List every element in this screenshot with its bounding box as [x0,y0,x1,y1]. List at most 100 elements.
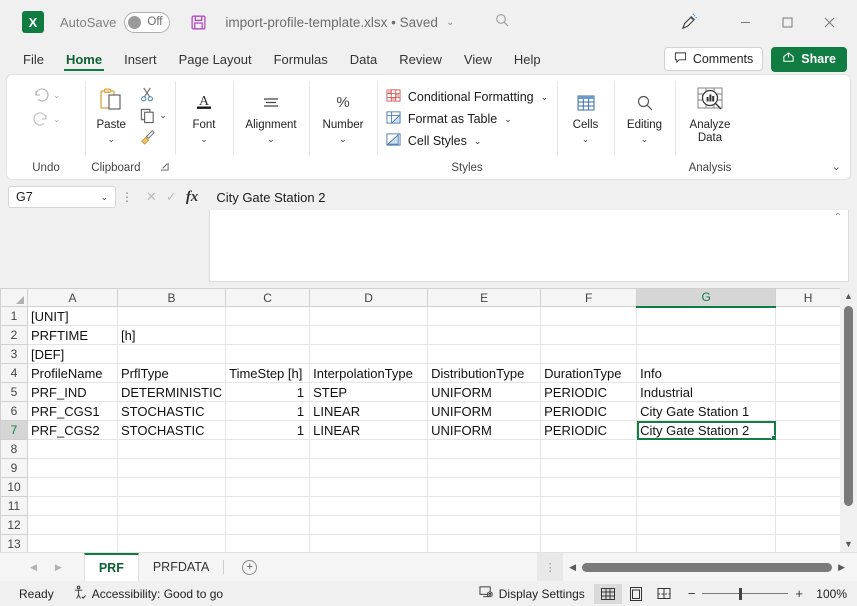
tab-home[interactable]: Home [55,44,113,74]
autosave-toggle[interactable]: Off [124,12,170,33]
cell-f8[interactable] [541,440,637,459]
row-header-1[interactable]: 1 [1,307,28,326]
cell-h2[interactable] [776,326,841,345]
cell-g5[interactable]: Industrial [637,383,776,402]
format-painter-button[interactable] [135,126,171,147]
sheet-tab-prf[interactable]: PRF [84,553,139,581]
cell-c9[interactable] [226,459,310,478]
row-header-9[interactable]: 9 [1,459,28,478]
zoom-out-button[interactable]: − [688,586,696,601]
cells-chevron-down-icon[interactable]: ⌄ [582,134,590,145]
cell-b5[interactable]: DETERMINISTIC [118,383,226,402]
vertical-scrollbar[interactable]: ▲ ▼ [840,288,857,552]
cell-h10[interactable] [776,478,841,497]
cell-h6[interactable] [776,402,841,421]
hscroll-right-arrow-icon[interactable]: ▶ [832,562,851,573]
cell-f1[interactable] [541,307,637,326]
cell-c3[interactable] [226,345,310,364]
confirm-edit-icon[interactable]: ✓ [166,189,177,205]
hscroll-left-arrow-icon[interactable]: ◀ [563,562,582,573]
cell-e1[interactable] [428,307,541,326]
cell-b2[interactable]: [h] [118,326,226,345]
cell-f11[interactable] [541,497,637,516]
editing-button[interactable]: Editing ⌄ [617,80,673,145]
row-header-6[interactable]: 6 [1,402,28,421]
hscroll-split-handle[interactable]: ⋮ [537,553,563,581]
cell-b8[interactable] [118,440,226,459]
cell-e6[interactable]: UNIFORM [428,402,541,421]
tab-review[interactable]: Review [388,44,453,74]
cell-b4[interactable]: PrflType [118,364,226,383]
formula-bar-handle[interactable]: ⋮ [116,190,138,204]
cell-a13[interactable] [28,535,118,553]
cell-e8[interactable] [428,440,541,459]
number-chevron-down-icon[interactable]: ⌄ [339,134,347,145]
cell-e5[interactable]: UNIFORM [428,383,541,402]
page-layout-view-button[interactable] [622,584,650,604]
cell-a3[interactable]: [DEF] [28,345,118,364]
cell-c11[interactable] [226,497,310,516]
cell-a9[interactable] [28,459,118,478]
cut-button[interactable] [135,84,171,105]
insert-function-icon[interactable]: fx [186,189,199,206]
cell-b9[interactable] [118,459,226,478]
document-title[interactable]: import-profile-template.xlsx • Saved [225,15,438,30]
cells-button[interactable]: Cells ⌄ [561,80,611,145]
column-header-h[interactable]: H [776,289,841,307]
row-header-3[interactable]: 3 [1,345,28,364]
name-box[interactable]: G7 ⌄ [8,186,116,208]
tab-data[interactable]: Data [339,44,388,74]
tab-insert[interactable]: Insert [113,44,168,74]
zoom-slider[interactable]: − + [678,586,813,601]
cell-f6[interactable]: PERIODIC [541,402,637,421]
alignment-chevron-down-icon[interactable]: ⌄ [267,134,275,145]
zoom-thumb[interactable] [739,588,743,600]
select-all-corner[interactable] [1,289,28,307]
cell-d9[interactable] [310,459,428,478]
cell-e7[interactable]: UNIFORM [428,421,541,440]
cell-f7[interactable]: PERIODIC [541,421,637,440]
cell-g2[interactable] [637,326,776,345]
cell-a4[interactable]: ProfileName [28,364,118,383]
zoom-track[interactable] [702,593,788,595]
horizontal-scroll-thumb[interactable] [582,563,832,572]
display-settings-button[interactable]: Display Settings [470,585,594,602]
cell-g10[interactable] [637,478,776,497]
tab-help[interactable]: Help [503,44,552,74]
clipboard-dialog-launcher-icon[interactable] [160,163,169,174]
row-header-11[interactable]: 11 [1,497,28,516]
column-header-a[interactable]: A [28,289,118,307]
cell-b7[interactable]: STOCHASTIC [118,421,226,440]
cell-b10[interactable] [118,478,226,497]
cell-f5[interactable]: PERIODIC [541,383,637,402]
cell-d12[interactable] [310,516,428,535]
tab-view[interactable]: View [453,44,503,74]
column-header-c[interactable]: C [226,289,310,307]
editing-chevron-down-icon[interactable]: ⌄ [641,134,649,145]
cell-e4[interactable]: DistributionType [428,364,541,383]
zoom-in-button[interactable]: + [795,586,803,601]
cell-a12[interactable] [28,516,118,535]
cell-g11[interactable] [637,497,776,516]
cell-d8[interactable] [310,440,428,459]
row-header-13[interactable]: 13 [1,535,28,553]
cell-b11[interactable] [118,497,226,516]
cell-a10[interactable] [28,478,118,497]
cell-d13[interactable] [310,535,428,553]
chevron-down-icon[interactable]: ⌄ [446,17,454,28]
cell-g4[interactable]: Info [637,364,776,383]
cell-b13[interactable] [118,535,226,553]
search-area[interactable] [454,12,669,33]
add-sheet-button[interactable]: + [242,560,257,575]
redo-chevron-down-icon[interactable]: ⌄ [53,114,61,125]
cell-f2[interactable] [541,326,637,345]
share-button[interactable]: Share [771,47,847,72]
number-button[interactable]: % Number ⌄ [312,80,374,145]
cell-h11[interactable] [776,497,841,516]
row-header-5[interactable]: 5 [1,383,28,402]
close-button[interactable] [809,7,849,37]
conditional-formatting-chevron-down-icon[interactable]: ⌄ [541,92,549,103]
cell-d10[interactable] [310,478,428,497]
cell-h3[interactable] [776,345,841,364]
name-box-chevron-down-icon[interactable]: ⌄ [100,192,108,203]
